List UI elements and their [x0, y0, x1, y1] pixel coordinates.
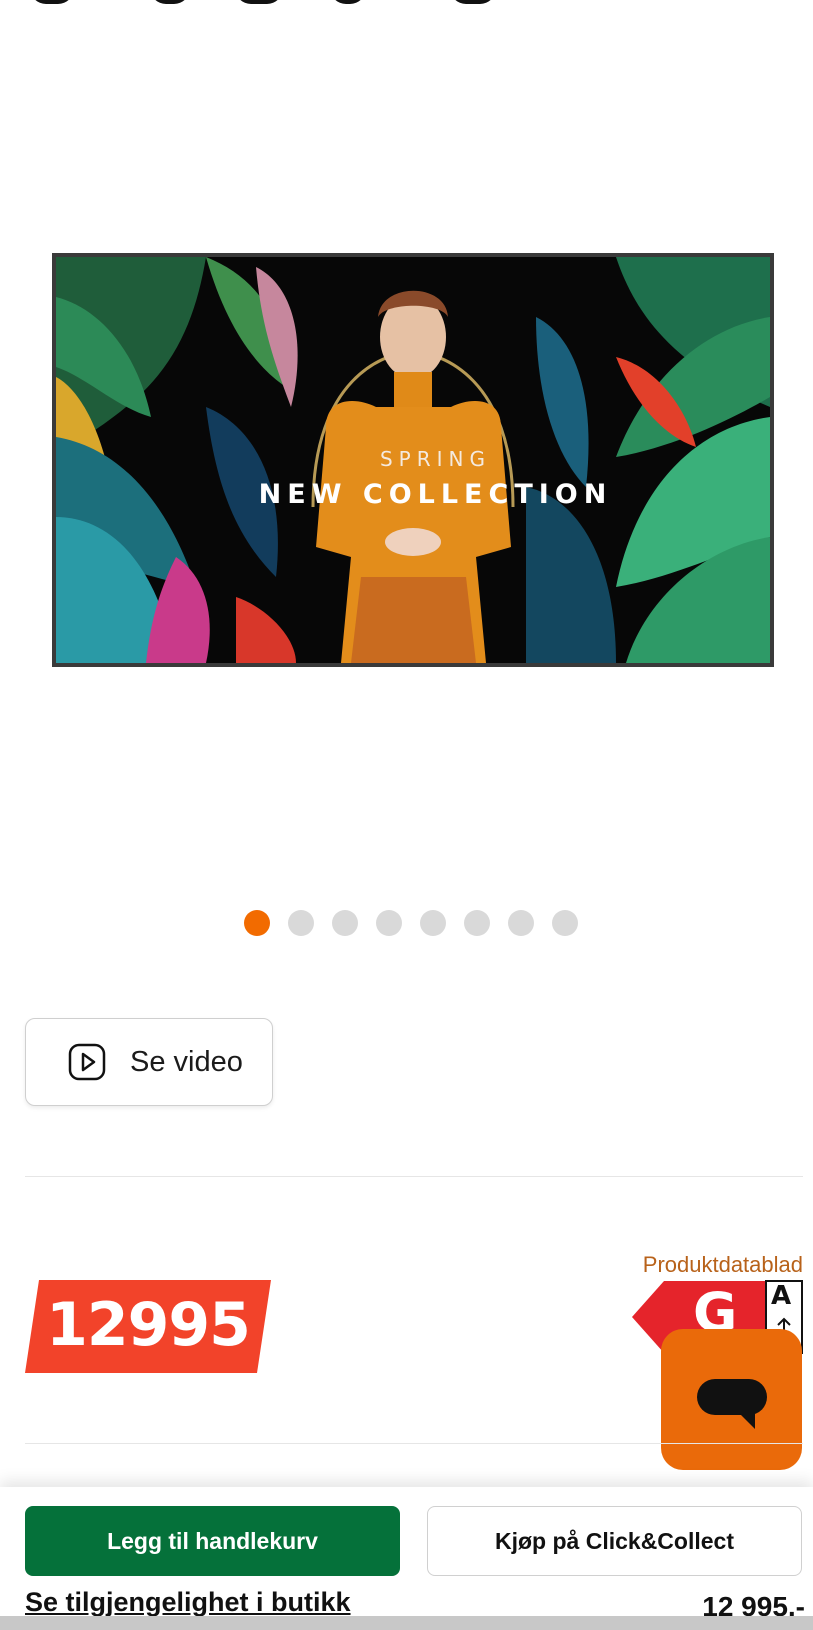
- carousel-dot-1[interactable]: [244, 910, 270, 936]
- carousel-dot-6[interactable]: [464, 910, 490, 936]
- click-collect-button[interactable]: Kjøp på Click&Collect: [427, 1506, 802, 1576]
- price-badge: 12995: [25, 1280, 271, 1373]
- product-datasheet-link[interactable]: Produktdatablad: [643, 1252, 803, 1278]
- banner-subtitle: SPRING: [379, 447, 491, 471]
- product-image[interactable]: SPRING NEW COLLECTION: [52, 253, 774, 667]
- carousel-dot-3[interactable]: [332, 910, 358, 936]
- price-badge-value: 12995: [46, 1290, 251, 1360]
- energy-scale-top: A: [771, 1281, 792, 1311]
- chat-bubble-icon: [697, 1379, 767, 1429]
- see-video-button[interactable]: Se video: [25, 1018, 273, 1106]
- banner-title: NEW COLLECTION: [258, 479, 613, 510]
- bottom-action-bar: Legg til handlekurv Kjøp på Click&Collec…: [0, 1487, 813, 1630]
- divider-top: [25, 1176, 803, 1177]
- see-video-label: Se video: [130, 1045, 243, 1078]
- store-availability-link[interactable]: Se tilgjengelighet i butikk: [25, 1587, 351, 1618]
- bottom-edge-bar: [0, 1616, 813, 1630]
- carousel-dot-4[interactable]: [376, 910, 402, 936]
- carousel-dots: [244, 910, 578, 936]
- divider-bottom: [25, 1443, 803, 1444]
- carousel-dot-8[interactable]: [552, 910, 578, 936]
- cropped-header-text: [30, 0, 550, 12]
- carousel-dot-2[interactable]: [288, 910, 314, 936]
- carousel-dot-7[interactable]: [508, 910, 534, 936]
- play-circle-icon: [68, 1043, 106, 1081]
- chat-button[interactable]: [661, 1329, 802, 1470]
- carousel-dot-5[interactable]: [420, 910, 446, 936]
- add-to-cart-button[interactable]: Legg til handlekurv: [25, 1506, 400, 1576]
